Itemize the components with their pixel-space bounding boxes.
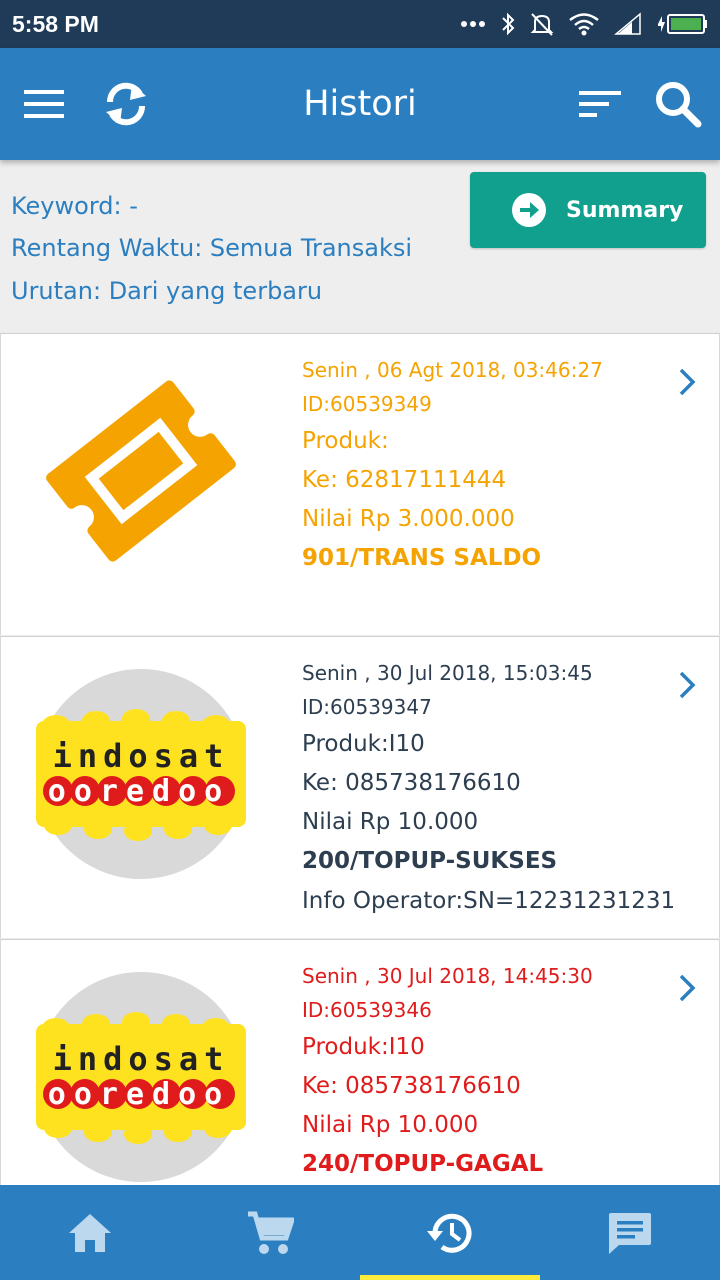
active-tab-indicator [360,1275,540,1280]
transaction-status: 240/TOPUP-GAGAL [302,1151,544,1177]
transaction-item[interactable]: indosat ooredoo Senin , 30 Jul 2018, 14:… [0,939,720,1185]
cart-icon [248,1211,294,1254]
logo-text-top: indosat [53,737,230,775]
search-button[interactable] [650,76,706,132]
transaction-id: ID:60539346 [302,998,432,1022]
summary-button[interactable]: Summary [470,172,706,248]
transaction-destination: Ke: 085738176610 [302,1073,521,1099]
nav-cart[interactable] [180,1185,360,1280]
nav-messages[interactable] [540,1185,720,1280]
transaction-status: 901/TRANS SALDO [302,545,542,571]
sort-icon [579,91,621,117]
status-bar: 5:58 PM [0,0,720,48]
summary-label: Summary [566,197,684,223]
chevron-right-icon[interactable] [673,667,701,703]
home-icon [69,1213,111,1252]
transaction-value: Nilai Rp 10.000 [302,809,479,835]
filter-order: Urutan: Dari yang terbaru [11,277,323,305]
sort-button[interactable] [572,76,628,132]
bluetooth-icon [502,12,515,36]
transaction-date: Senin , 30 Jul 2018, 14:45:30 [302,964,593,988]
logo-text-bottom: ooredoo [48,774,230,809]
history-icon [427,1213,472,1253]
transaction-date: Senin , 06 Agt 2018, 03:46:27 [302,358,603,382]
filter-info: Keyword: - Rentang Waktu: Semua Transaks… [0,160,720,333]
app-bar: Histori [0,48,720,160]
nav-history[interactable] [360,1185,540,1280]
transaction-status: 200/TOPUP-SUKSES [302,848,558,874]
mute-bell-icon [530,13,554,36]
chevron-right-icon[interactable] [673,364,701,400]
transaction-product: Produk:I10 [302,1034,425,1060]
chevron-right-icon[interactable] [673,970,701,1006]
transaction-list: Senin , 06 Agt 2018, 03:46:27 ID:6053934… [0,333,720,1185]
battery-icon [658,14,707,34]
chat-icon [609,1212,651,1254]
transaction-destination: Ke: 62817111444 [302,467,507,493]
transaction-date: Senin , 30 Jul 2018, 15:03:45 [302,661,593,685]
transaction-product: Produk: [302,428,389,454]
wifi-icon [569,13,599,36]
transaction-id: ID:60539347 [302,695,432,719]
search-icon [656,82,702,128]
transaction-item[interactable]: Senin , 06 Agt 2018, 03:46:27 ID:6053934… [0,333,720,635]
indosat-ooredoo-logo: indosat ooredoo [36,972,246,1182]
transaction-operator-info: Info Operator:SN=12231231231 [302,888,676,914]
transaction-value: Nilai Rp 10.000 [302,1112,479,1138]
logo-text-top: indosat [53,1040,230,1078]
transaction-item[interactable]: indosat ooredoo Senin , 30 Jul 2018, 15:… [0,636,720,938]
status-time: 5:58 PM [12,10,99,37]
signal-icon [614,12,641,35]
indosat-ooredoo-logo: indosat ooredoo [36,669,246,879]
bottom-navigation [0,1185,720,1280]
transaction-id: ID:60539349 [302,392,432,416]
nav-home[interactable] [0,1185,180,1280]
transaction-product: Produk:I10 [302,731,425,757]
more-dots-icon [461,21,485,27]
transaction-destination: Ke: 085738176610 [302,770,521,796]
filter-keyword: Keyword: - [11,192,138,220]
ticket-icon [46,380,236,562]
filter-time-range: Rentang Waktu: Semua Transaksi [11,234,413,262]
transaction-value: Nilai Rp 3.000.000 [302,506,515,532]
status-icons [460,11,708,37]
logo-text-bottom: ooredoo [48,1077,230,1112]
arrow-circle-right-icon [512,193,546,227]
